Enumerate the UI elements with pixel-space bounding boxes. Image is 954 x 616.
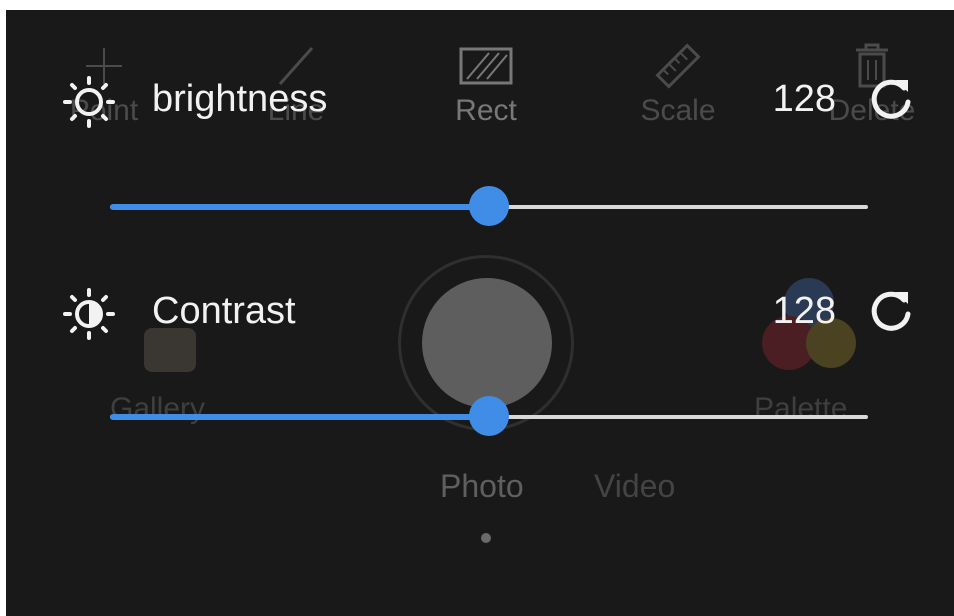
brightness-value: 128 <box>772 78 836 120</box>
contrast-icon <box>54 284 124 354</box>
brightness-label: brightness <box>152 78 328 120</box>
page-indicator-dot <box>481 533 491 543</box>
reset-icon <box>871 79 911 119</box>
contrast-value: 128 <box>772 290 836 332</box>
contrast-control: Contrast 128 <box>6 284 954 344</box>
sun-icon <box>54 72 124 142</box>
mode-video[interactable]: Video <box>594 468 675 505</box>
mode-photo[interactable]: Photo <box>440 468 524 505</box>
contrast-slider[interactable] <box>110 396 868 436</box>
camera-screen: Point Line Rect Scale Delete Gallery Pal… <box>6 10 954 616</box>
slider-fill <box>110 204 489 210</box>
slider-thumb[interactable] <box>469 186 509 226</box>
reset-icon <box>871 291 911 331</box>
slider-thumb[interactable] <box>469 396 509 436</box>
slider-fill <box>110 414 489 420</box>
brightness-slider[interactable] <box>110 186 868 226</box>
contrast-reset-button[interactable] <box>866 286 916 336</box>
contrast-label: Contrast <box>152 290 296 332</box>
brightness-reset-button[interactable] <box>866 74 916 124</box>
brightness-control: brightness 128 <box>6 72 954 132</box>
